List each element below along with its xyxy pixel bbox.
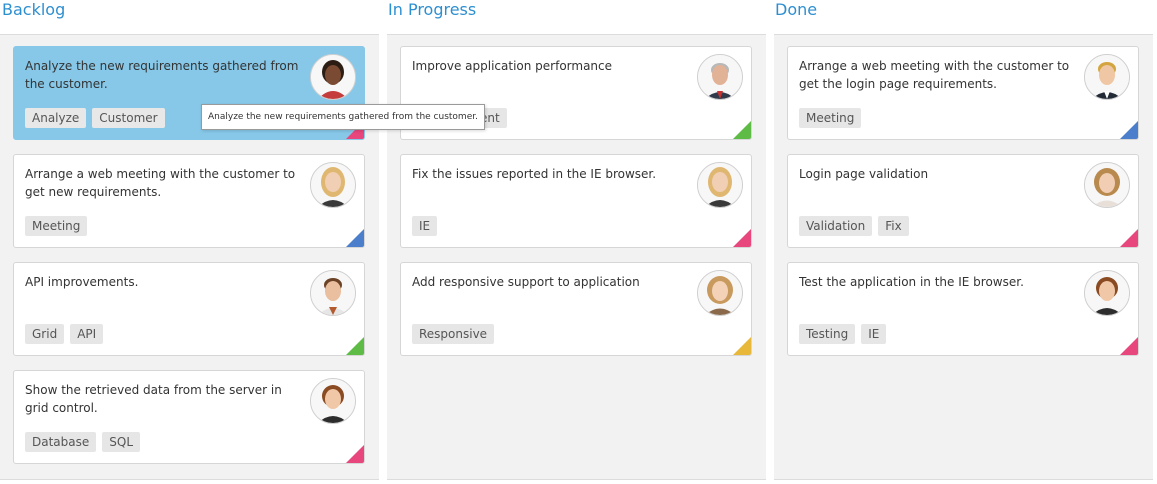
- kanban-card[interactable]: Test the application in the IE browser. …: [787, 262, 1139, 356]
- kanban-card[interactable]: Login page validation Validation Fix: [787, 154, 1139, 248]
- priority-indicator: [346, 337, 364, 355]
- kanban-card[interactable]: API improvements. Grid API: [13, 262, 365, 356]
- man-gray-hair-avatar: [697, 54, 743, 100]
- tag[interactable]: SQL: [102, 432, 141, 452]
- column-backlog: Analyze the new requirements gathered fr…: [0, 34, 379, 480]
- woman-short-hair-avatar: [1084, 270, 1130, 316]
- priority-indicator: [1120, 229, 1138, 247]
- tag[interactable]: Database: [25, 432, 97, 452]
- tag[interactable]: Validation: [799, 216, 873, 236]
- card-tags: Database SQL: [25, 432, 141, 452]
- kanban-card[interactable]: Arrange a web meeting with the customer …: [13, 154, 365, 248]
- card-summary: Login page validation: [799, 167, 929, 181]
- tag[interactable]: Meeting: [799, 108, 862, 128]
- card-tags: IE: [412, 216, 438, 236]
- tag[interactable]: Meeting: [25, 216, 88, 236]
- card-summary: Show the retrieved data from the server …: [25, 383, 282, 415]
- tag[interactable]: Analyze: [25, 108, 87, 128]
- tag[interactable]: IE: [861, 324, 887, 344]
- woman-wavy-hair-avatar: [1084, 162, 1130, 208]
- woman-blonde-avatar: [310, 162, 356, 208]
- card-tags: Meeting: [25, 216, 88, 236]
- tag[interactable]: Testing: [799, 324, 856, 344]
- column-in-progress: Improve application performance Improvem…: [387, 34, 766, 480]
- card-summary: Arrange a web meeting with the customer …: [799, 59, 1070, 91]
- card-summary: Arrange a web meeting with the customer …: [25, 167, 296, 199]
- woman-short-hair-avatar: [310, 378, 356, 424]
- card-tags: Testing IE: [799, 324, 887, 344]
- tag[interactable]: Responsive: [412, 324, 495, 344]
- kanban-card[interactable]: Fix the issues reported in the IE browse…: [400, 154, 752, 248]
- priority-indicator: [733, 337, 751, 355]
- kanban-card[interactable]: Arrange a web meeting with the customer …: [787, 46, 1139, 140]
- man-smiling-avatar: [310, 270, 356, 316]
- tag[interactable]: Fix: [878, 216, 909, 236]
- card-tags: Analyze Customer: [25, 108, 165, 128]
- column-header-done[interactable]: Done: [775, 0, 817, 34]
- card-summary: Analyze the new requirements gathered fr…: [25, 59, 299, 91]
- column-done: Arrange a web meeting with the customer …: [774, 34, 1153, 480]
- card-summary: Add responsive support to application: [412, 275, 640, 289]
- tag[interactable]: Grid: [25, 324, 65, 344]
- card-summary: Fix the issues reported in the IE browse…: [412, 167, 657, 181]
- tag[interactable]: Customer: [92, 108, 165, 128]
- priority-indicator: [733, 121, 751, 139]
- priority-indicator: [346, 229, 364, 247]
- man-blonde-avatar: [1084, 54, 1130, 100]
- woman-blonde-avatar: [697, 162, 743, 208]
- kanban-board: Backlog In Progress Done Analyze the new…: [0, 0, 1157, 484]
- card-tags: Grid API: [25, 324, 104, 344]
- priority-indicator: [346, 445, 364, 463]
- card-summary: Improve application performance: [412, 59, 613, 73]
- tag[interactable]: API: [70, 324, 104, 344]
- priority-indicator: [1120, 337, 1138, 355]
- tag[interactable]: IE: [412, 216, 438, 236]
- kanban-card[interactable]: Add responsive support to application Re…: [400, 262, 752, 356]
- woman-curly-hair-avatar: [697, 270, 743, 316]
- priority-indicator: [733, 229, 751, 247]
- column-header-in-progress[interactable]: In Progress: [388, 0, 476, 34]
- card-tooltip: Analyze the new requirements gathered fr…: [201, 104, 485, 130]
- card-summary: Test the application in the IE browser.: [799, 275, 1024, 289]
- column-header-backlog[interactable]: Backlog: [2, 0, 65, 34]
- card-tags: Validation Fix: [799, 216, 909, 236]
- woman-dark-hair-avatar: [310, 54, 356, 100]
- card-tags: Meeting: [799, 108, 862, 128]
- priority-indicator: [1120, 121, 1138, 139]
- kanban-card[interactable]: Show the retrieved data from the server …: [13, 370, 365, 464]
- card-summary: API improvements.: [25, 275, 139, 289]
- card-tags: Responsive: [412, 324, 495, 344]
